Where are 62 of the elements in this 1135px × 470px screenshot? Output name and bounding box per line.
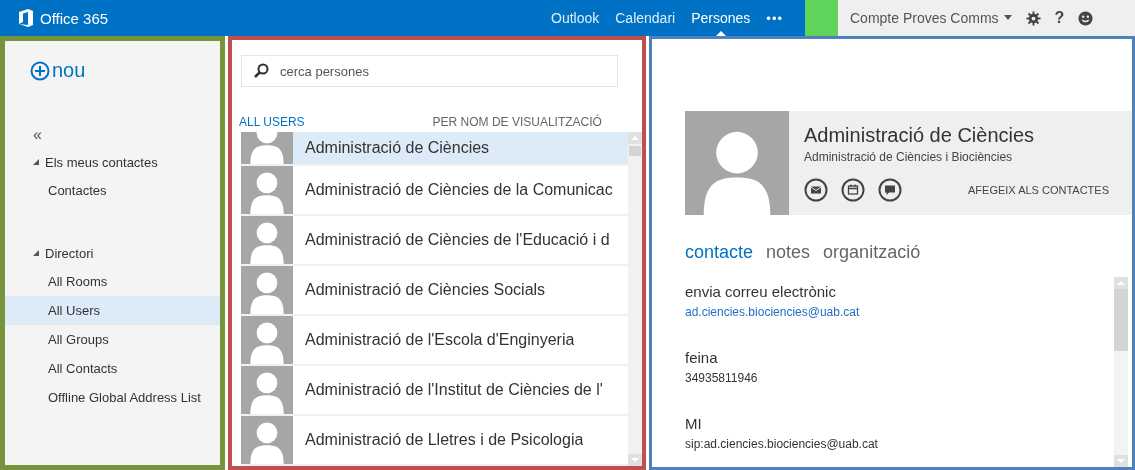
folder-group-header[interactable]: Directori bbox=[5, 239, 220, 267]
calendar-icon[interactable] bbox=[841, 178, 865, 202]
account-menu[interactable]: Compte Proves Comms bbox=[850, 10, 1012, 26]
collapse-button[interactable]: « bbox=[33, 126, 42, 144]
folder-item[interactable]: All Users bbox=[5, 296, 220, 325]
field-value: 34935811946 bbox=[685, 371, 759, 385]
scroll-thumb[interactable] bbox=[1114, 289, 1128, 351]
office-logo-icon bbox=[18, 9, 34, 27]
folder-item[interactable]: Contactes bbox=[5, 176, 220, 205]
avatar-placeholder bbox=[241, 216, 293, 264]
nav-link[interactable]: Persones bbox=[691, 2, 751, 34]
smiley-icon[interactable] bbox=[1078, 10, 1094, 26]
avatar-placeholder bbox=[241, 416, 293, 464]
folder-filter-link[interactable]: ALL USERS bbox=[239, 115, 305, 129]
avatar-placeholder bbox=[241, 166, 293, 214]
contact-list-item[interactable]: Administració de Lletres i de Psicologia bbox=[241, 416, 628, 466]
avatar-placeholder bbox=[241, 266, 293, 314]
avatar-placeholder bbox=[241, 316, 293, 364]
search-field[interactable]: cerca persones bbox=[241, 55, 618, 87]
contact-list-item[interactable]: Administració de Ciències de l'Educació i d bbox=[241, 216, 628, 266]
contact-name: Administració de Ciències bbox=[804, 124, 1036, 147]
triangle-icon[interactable] bbox=[33, 250, 39, 256]
add-to-contacts-button[interactable]: AFEGEIX ALS CONTACTES bbox=[968, 184, 1109, 196]
folder-item[interactable]: All Groups bbox=[5, 325, 220, 354]
contact-list-item[interactable]: Administració de Ciències bbox=[241, 132, 628, 166]
app-title: Office 365 bbox=[40, 9, 109, 27]
folder-item[interactable]: All Contacts bbox=[5, 354, 220, 383]
field-value: sip:ad.ciencies.biociencies@uab.cat bbox=[685, 437, 879, 451]
field-label: feina bbox=[685, 349, 719, 366]
avatar-placeholder bbox=[241, 366, 293, 414]
email-link[interactable]: ad.ciencies.biociencies@uab.cat bbox=[685, 305, 1114, 319]
scroll-thumb[interactable] bbox=[629, 146, 641, 156]
folder-item[interactable]: Offline Global Address List bbox=[5, 383, 220, 412]
folder-group-header[interactable]: Els meus contactes bbox=[5, 148, 220, 176]
color-block bbox=[805, 0, 838, 36]
detail-tab[interactable]: notes bbox=[766, 242, 811, 263]
sort-button[interactable]: PER NOM DE VISUALITZACIÓ bbox=[432, 115, 602, 129]
settings-icon[interactable] bbox=[1025, 10, 1041, 26]
detail-tab[interactable]: contacte bbox=[685, 242, 754, 263]
plus-icon[interactable] bbox=[30, 60, 50, 81]
scrollbar[interactable] bbox=[628, 132, 642, 466]
help-button[interactable]: ? bbox=[1054, 9, 1065, 27]
mail-icon[interactable] bbox=[804, 178, 828, 202]
contact-department: Administració de Ciències i Biociències bbox=[804, 150, 1014, 164]
nav-link[interactable]: Calendari bbox=[615, 2, 676, 34]
caret-icon[interactable] bbox=[1003, 15, 1012, 21]
contact-list-item[interactable]: Administració de Ciències Socials bbox=[241, 266, 628, 316]
new-button[interactable]: nou bbox=[30, 59, 86, 82]
triangle-icon[interactable] bbox=[33, 159, 39, 165]
scrollbar[interactable] bbox=[1114, 277, 1128, 467]
field-label: MI bbox=[685, 415, 703, 432]
field-label: envia correu electrònic bbox=[685, 283, 837, 300]
detail-tab[interactable]: organització bbox=[823, 242, 921, 263]
more-button[interactable]: ••• bbox=[766, 10, 783, 26]
contact-list-item[interactable]: Administració de Ciències de la Comunicac bbox=[241, 166, 628, 216]
contact-list-item[interactable]: Administració de l'Institut de Ciències de l' bbox=[241, 366, 628, 416]
contact-list-item[interactable]: Administració de l'Escola d'Enginyeria bbox=[241, 316, 628, 366]
nav-link[interactable]: Outlook bbox=[551, 2, 600, 34]
search-icon bbox=[253, 63, 269, 79]
chat-icon[interactable] bbox=[878, 178, 902, 202]
avatar-placeholder bbox=[241, 132, 293, 164]
folder-item[interactable]: All Rooms bbox=[5, 267, 220, 296]
